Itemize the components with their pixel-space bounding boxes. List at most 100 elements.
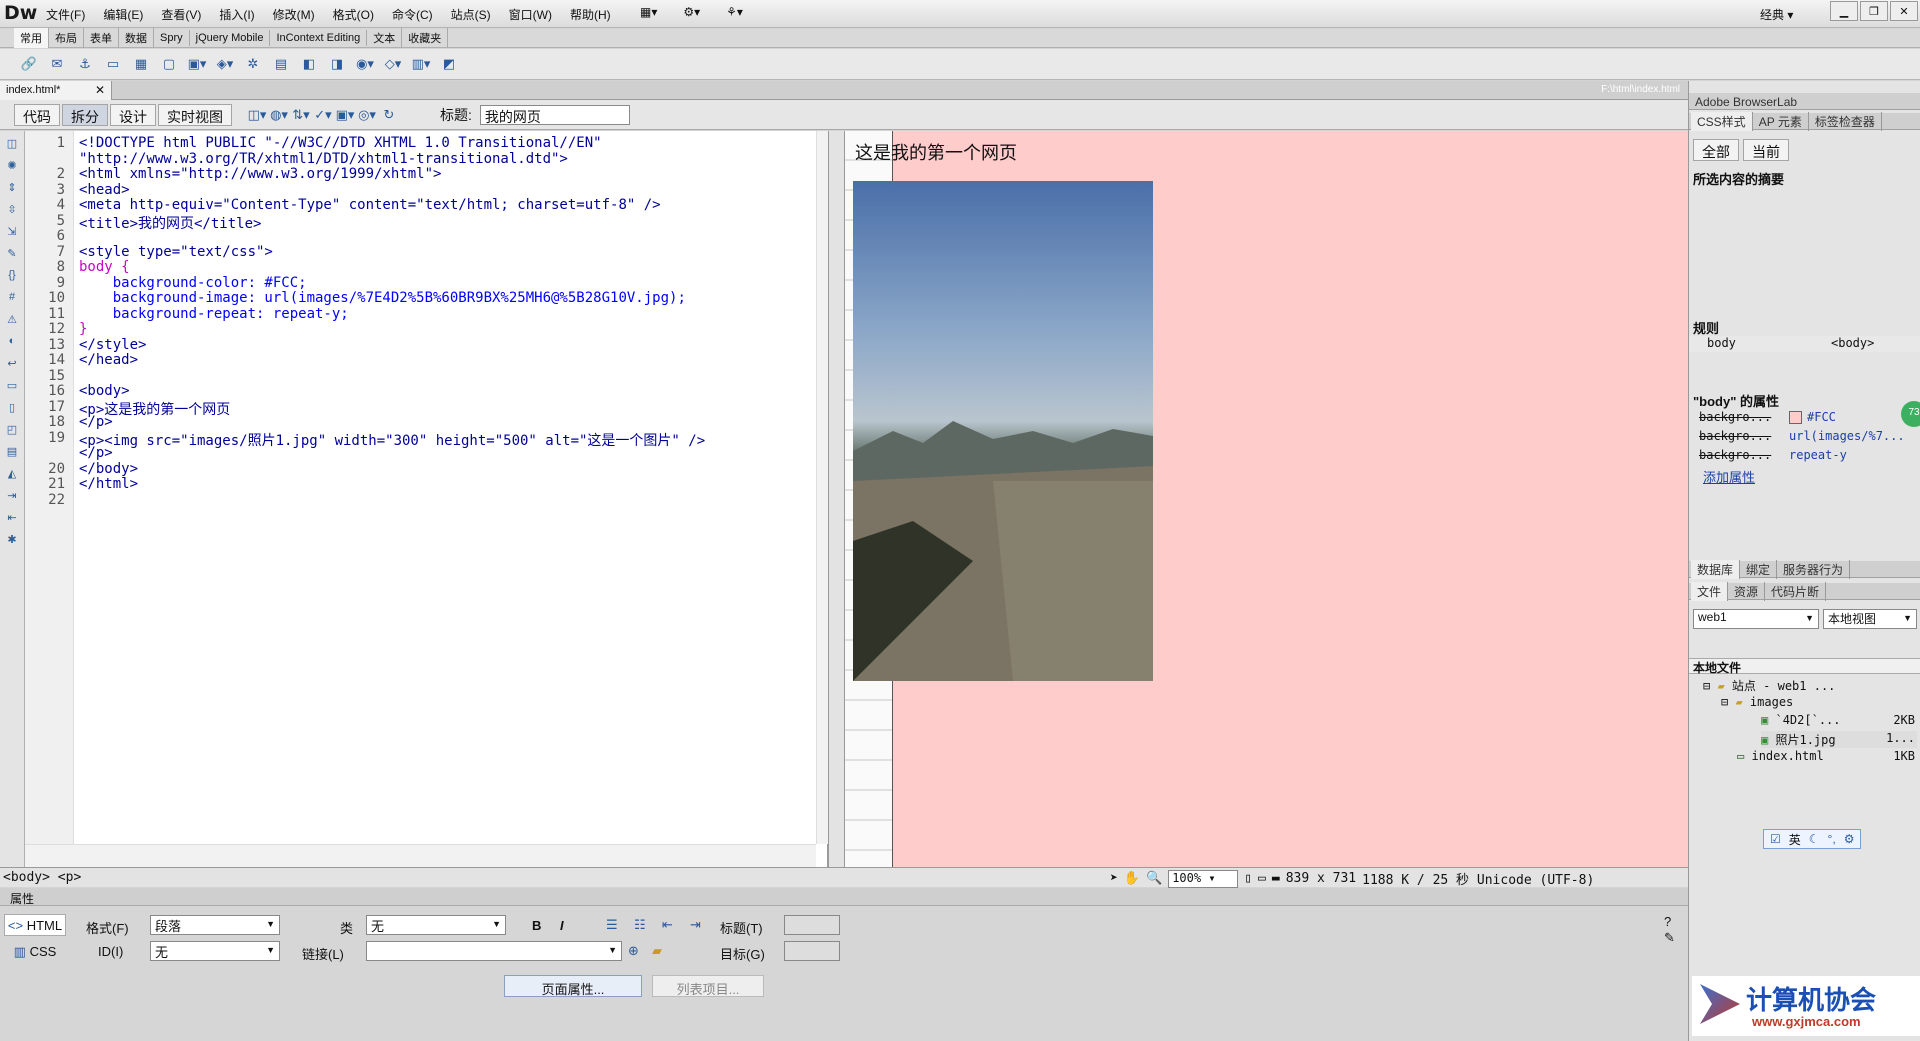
menu-site[interactable]: 站点(S) (451, 6, 491, 23)
tag-selector[interactable]: <body> <p> (3, 870, 81, 885)
code-line[interactable]: <body> (79, 383, 130, 399)
code-line[interactable]: <p><img src="images/照片1.jpg" width="300"… (79, 430, 705, 450)
menu-format[interactable]: 格式(O) (333, 6, 374, 23)
image-icon[interactable]: ▣▾ (186, 53, 208, 75)
live-view-button[interactable]: 实时视图 (158, 103, 232, 126)
tab-ap-elements[interactable]: AP 元素 (1753, 111, 1809, 131)
collapse-selection-icon[interactable]: ⇳ (4, 203, 20, 219)
all-mode-button[interactable]: 全部 (1693, 139, 1739, 161)
code-line[interactable]: </p> (79, 445, 113, 461)
widget-icon[interactable]: ✲ (242, 53, 264, 75)
visual-aids-icon[interactable]: ▣▾ (334, 104, 356, 126)
tab-forms[interactable]: 表单 (84, 28, 119, 48)
add-property-link[interactable]: 添加属性 (1703, 467, 1755, 486)
restore-icon[interactable]: ❐ (1860, 1, 1888, 21)
syntax-error-icon[interactable]: ◐ (4, 335, 20, 351)
multiscreen-icon[interactable]: ◫▾ (246, 104, 268, 126)
phone-size-icon[interactable]: ▯ (1244, 871, 1252, 886)
menu-insert[interactable]: 插入(I) (219, 6, 254, 23)
property-row[interactable]: backgro... url(images/%7... (1689, 429, 1920, 445)
code-line[interactable]: </body> (79, 461, 138, 477)
outdent-icon[interactable]: ⇤ (662, 917, 673, 933)
split-view-divider[interactable] (828, 131, 845, 867)
punctuation-icon[interactable]: °, (1828, 832, 1836, 846)
anchor-icon[interactable]: ⚓ (74, 53, 96, 75)
property-row[interactable]: backgro... #FCC (1689, 410, 1920, 426)
menu-window[interactable]: 窗口(W) (509, 6, 552, 23)
code-line[interactable]: "http://www.w3.org/TR/xhtml1/DTD/xhtml1-… (79, 151, 568, 167)
templates-icon[interactable]: ▥▾ (410, 53, 432, 75)
close-tab-icon[interactable]: ✕ (95, 83, 105, 97)
italic-button[interactable]: I (560, 918, 564, 933)
design-view-button[interactable]: 设计 (110, 103, 156, 126)
css-mode-button[interactable]: ▥ CSS (4, 940, 66, 962)
expand-all-icon[interactable]: ⇲ (4, 225, 20, 241)
recent-snippets-icon[interactable]: ▤ (4, 445, 20, 461)
workspace-switcher[interactable]: 经典 ▾ (1760, 6, 1793, 23)
hyperlink-icon[interactable]: 🔗 (18, 53, 40, 75)
menu-view[interactable]: 查看(V) (161, 6, 201, 23)
tab-snippets[interactable]: 代码片断 (1765, 581, 1827, 601)
code-view-button[interactable]: 代码 (14, 103, 60, 126)
code-line[interactable]: </html> (79, 476, 138, 492)
ime-check-icon[interactable]: ☑ (1770, 832, 1781, 846)
preview-browser-icon[interactable]: ◍▾ (268, 104, 290, 126)
code-line[interactable]: <!DOCTYPE html PUBLIC "-//W3C//DTD XHTML… (79, 135, 602, 151)
comment-icon[interactable]: ▭ (4, 379, 20, 395)
code-horizontal-scrollbar[interactable] (25, 844, 816, 867)
comment-icon[interactable]: ◨ (326, 53, 348, 75)
select-parent-tag-icon[interactable]: ✎ (4, 247, 20, 263)
code-line[interactable]: <style type="text/css"> (79, 244, 273, 260)
code-line[interactable]: </head> (79, 352, 138, 368)
highlight-invalid-icon[interactable]: ⚠ (4, 313, 20, 329)
outdent-icon[interactable]: ⇤ (4, 511, 20, 527)
pointer-tool-icon[interactable]: ➤ (1110, 871, 1118, 886)
tree-item[interactable]: ⊟ ▰ images (1721, 695, 1793, 709)
code-line[interactable]: <html xmlns="http://www.w3.org/1999/xhtm… (79, 166, 441, 182)
show-code-navigator-icon[interactable]: ✺ (4, 159, 20, 175)
browserlab-panel-header[interactable]: Adobe BrowserLab (1689, 93, 1920, 110)
list-item-button[interactable]: 列表项目... (652, 975, 764, 997)
code-vertical-scrollbar[interactable] (816, 131, 828, 844)
heading-input[interactable] (784, 915, 840, 935)
photo-image[interactable] (853, 181, 1153, 681)
tree-item[interactable]: ⊟ ▰ 站点 - web1 ... (1703, 677, 1835, 694)
design-view[interactable]: 这是我的第一个网页 (845, 131, 1688, 867)
code-line[interactable]: } (79, 321, 87, 337)
code-line[interactable]: background-image: url(images/%7E4D2%5B%6… (79, 290, 686, 306)
tree-item[interactable]: ▣ 照片1.jpg 1... (1761, 731, 1917, 748)
tab-favorites[interactable]: 收藏夹 (402, 28, 449, 48)
remove-comment-icon[interactable]: ▯ (4, 401, 20, 417)
site-icon[interactable]: ⚘▾ (726, 5, 743, 19)
menu-help[interactable]: 帮助(H) (570, 6, 611, 23)
live-code-icon[interactable]: ◎▾ (356, 104, 378, 126)
link-input[interactable]: ▼ (366, 941, 622, 961)
date-icon[interactable]: ▤ (270, 53, 292, 75)
hand-tool-icon[interactable]: ✋ (1124, 871, 1140, 886)
tab-layout[interactable]: 布局 (49, 28, 84, 48)
close-icon[interactable]: ✕ (1890, 1, 1918, 21)
point-to-file-icon[interactable]: ⊕ (628, 943, 639, 959)
indent-icon[interactable]: ⇥ (690, 917, 701, 933)
class-select[interactable]: 无 ▼ (366, 915, 506, 935)
layout-icon[interactable]: ▦▾ (640, 5, 657, 19)
format-select[interactable]: 段落 ▼ (150, 915, 280, 935)
table-icon[interactable]: ▦ (130, 53, 152, 75)
wrap-tag-icon[interactable]: ◰ (4, 423, 20, 439)
minimize-icon[interactable]: ▁ (1830, 1, 1858, 21)
line-numbers-icon[interactable]: # (4, 291, 20, 307)
tablet-size-icon[interactable]: ▭ (1258, 871, 1266, 886)
unordered-list-icon[interactable]: ☰ (606, 917, 618, 933)
w3c-validation-icon[interactable]: ✓▾ (312, 104, 334, 126)
bold-button[interactable]: B (532, 918, 541, 933)
refresh-icon[interactable]: ↻ (378, 104, 400, 126)
tab-jquery-mobile[interactable]: jQuery Mobile (190, 30, 271, 46)
ime-language[interactable]: 英 (1789, 831, 1801, 848)
tab-css-styles[interactable]: CSS样式 (1691, 111, 1753, 131)
code-line[interactable]: <meta http-equiv="Content-Type" content=… (79, 197, 661, 213)
collapse-tag-icon[interactable]: ⇕ (4, 181, 20, 197)
id-select[interactable]: 无 ▼ (150, 941, 280, 961)
color-swatch[interactable] (1789, 411, 1802, 424)
tree-item[interactable]: ▣ `4D2[`... 2KB (1761, 713, 1917, 727)
code-view[interactable]: 1 2 3 4 5 6 7 8 9 10 11 12 13 14 15 16 17 18 19 20 21 22 <!DO… (25, 131, 828, 867)
